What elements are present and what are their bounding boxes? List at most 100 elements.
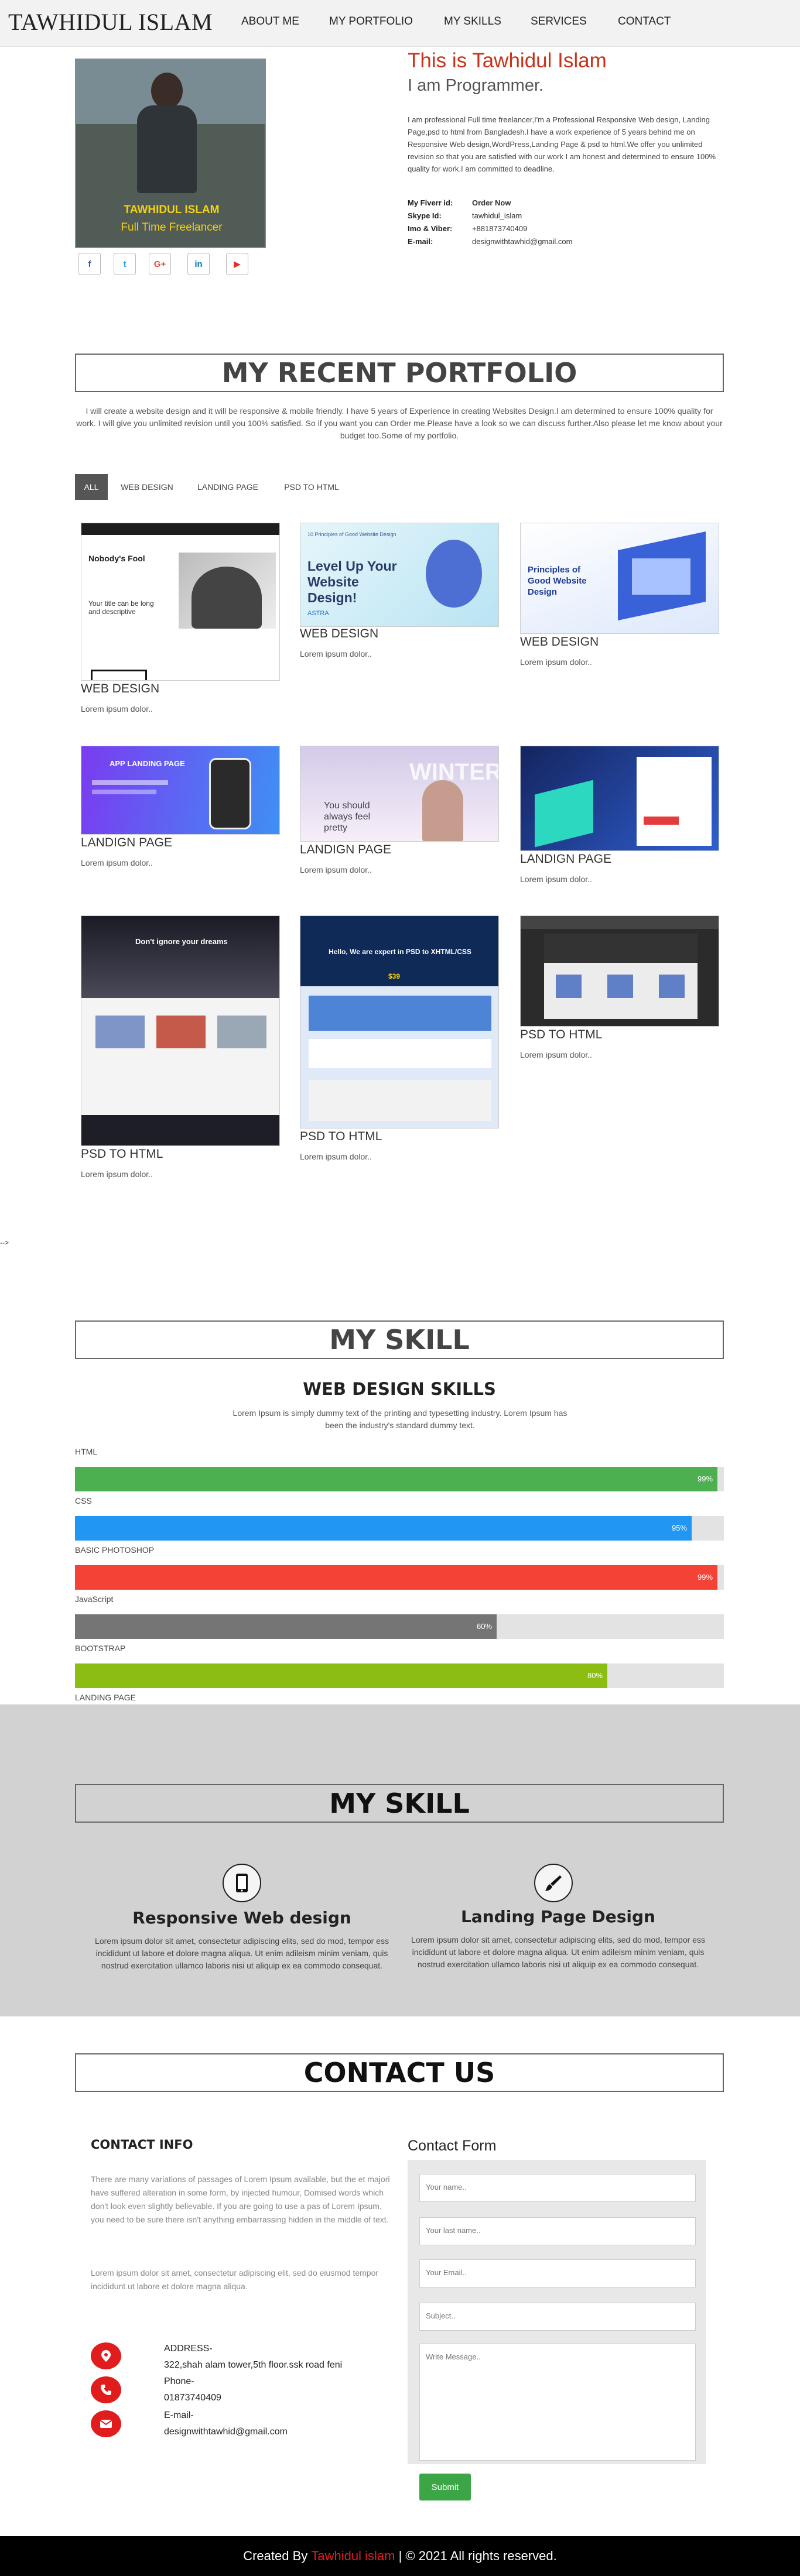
nav-services[interactable]: SERVICES [531,15,587,28]
phone-label: Phone- [164,2376,194,2386]
hero-title: This is Tawhidul Islam [408,49,607,72]
skill-percent-label: 99% [698,1474,713,1483]
imo-label: Imo & Viber: [408,224,453,233]
skill-label: BOOTSTRAP [75,1644,126,1653]
footer-author-link[interactable]: Tawhidul islam [311,2548,395,2564]
fiverr-label: My Fiverr id: [408,198,453,207]
filter-all[interactable]: ALL [75,474,108,500]
portfolio-thumb-2[interactable]: 10 Principles of Good Website Design Lev… [300,523,499,627]
contact-info-heading: CONTACT INFO [91,2138,193,2152]
portfolio-thumb-6[interactable] [520,746,719,851]
skill-bar-fill [75,1614,497,1639]
subject-field[interactable]: Subject.. [419,2303,696,2331]
last-name-field[interactable]: Your last name.. [419,2217,696,2245]
portfolio-desc-1: Lorem ipsum dolor.. [81,704,153,714]
email-field[interactable]: Your Email.. [419,2259,696,2287]
contact-heading: CONTACT US [75,2053,724,2092]
phone-value: 01873740409 [164,2393,221,2403]
portfolio-title-8: PSD TO HTML [300,1130,382,1143]
skills-heading: MY SKILL [75,1320,724,1359]
skill-bar-track: 99% [75,1467,724,1491]
envelope-icon [91,2410,121,2437]
portfolio-heading: MY RECENT PORTFOLIO [75,354,724,392]
contact-info-paragraph-1: There are many variations of passages of… [91,2174,390,2224]
portfolio-desc-4: Lorem ipsum dolor.. [81,858,153,867]
nav-my-skills[interactable]: MY SKILLS [444,15,501,28]
message-textarea[interactable]: Write Message.. [419,2344,696,2461]
skill-label: CSS [75,1496,92,1505]
fiverr-order-link[interactable]: Order Now [472,198,511,207]
address-label: ADDRESS- [164,2344,213,2354]
skill-bar-track: 95% [75,1516,724,1541]
skill-bar-fill [75,1663,607,1688]
profile-photo: TAWHIDUL ISLAM Full Time Freelancer [75,59,266,248]
skill-bar-fill [75,1516,692,1541]
portfolio-thumb-3[interactable]: Principles of Good Website Design [520,523,719,634]
imo-value: +881873740409 [472,224,528,233]
nav-my-portfolio[interactable]: MY PORTFOLIO [329,15,413,28]
youtube-icon[interactable]: ▶ [226,253,248,275]
portfolio-title-5: LANDIGN PAGE [300,843,391,856]
twitter-icon[interactable]: t [114,253,136,275]
hero-bio: I am professional Full time freelancer,I… [408,115,716,173]
portfolio-thumb-4[interactable]: APP LANDING PAGE [81,746,280,835]
portfolio-thumb-1[interactable]: Nobody's Fool Your title can be long and… [81,523,280,681]
skill-percent-label: 80% [587,1671,603,1680]
skill-bar-fill [75,1565,717,1590]
portfolio-desc-6: Lorem ipsum dolor.. [520,874,592,884]
portfolio-title-3: WEB DESIGN [520,635,599,649]
portfolio-desc-2: Lorem ipsum dolor.. [300,649,372,658]
contact-info-paragraph-2: Lorem ipsum dolor sit amet, consectetur … [91,2268,379,2291]
footer-prefix: Created By [243,2548,308,2563]
phone-icon [91,2376,121,2403]
email-label: E-mail: [408,237,433,246]
google-plus-icon[interactable]: G+ [149,253,171,275]
site-logo[interactable]: TAWHIDUL ISLAM [8,8,213,36]
service-title-2: Landing Page Design [461,1907,655,1926]
skill-label: JavaScript [75,1594,114,1604]
skill-bar-track: 80% [75,1663,724,1688]
filter-landing-page[interactable]: LANDING PAGE [190,474,266,500]
skill-label: HTML [75,1447,98,1456]
stray-comment-text: --> [0,1239,9,1247]
hero-subtitle: I am Programmer. [408,76,544,95]
photo-caption-name: TAWHIDUL ISLAM [124,204,220,216]
skill-bar-track: 99% [75,1565,724,1590]
submit-button[interactable]: Submit [419,2474,471,2500]
first-name-field[interactable]: Your name.. [419,2174,696,2202]
filter-web-design[interactable]: WEB DESIGN [115,474,179,500]
portfolio-thumb-7[interactable]: Don't ignore your dreams [81,915,280,1146]
services-heading: MY SKILL [75,1784,724,1823]
email-value: designwithtawhid@gmail.com [472,237,573,246]
skype-label: Skype Id: [408,211,442,220]
address-value: 322,shah alam tower,5th floor.ssk road f… [164,2360,343,2370]
footer: Created By Tawhidul islam | © 2021 All r… [0,2536,800,2576]
service-desc-1: Lorem ipsum dolor sit amet, consectetur … [95,1936,389,1970]
portfolio-thumb-5[interactable]: WINTER You should always feel pretty [300,746,499,842]
portfolio-desc-7: Lorem ipsum dolor.. [81,1169,153,1179]
skills-intro: Lorem Ipsum is simply dummy text of the … [233,1408,567,1430]
footer-copyright: | © 2021 All rights reserved. [398,2548,557,2563]
portfolio-thumb-8[interactable]: Hello, We are expert in PSD to XHTML/CSS… [300,915,499,1128]
portfolio-thumb-9[interactable] [520,915,719,1027]
portfolio-desc-8: Lorem ipsum dolor.. [300,1152,372,1161]
filter-psd-to-html[interactable]: PSD TO HTML [275,474,348,500]
skill-label: BASIC PHOTOSHOP [75,1545,155,1555]
linkedin-icon[interactable]: in [187,253,210,275]
portfolio-title-1: WEB DESIGN [81,682,160,695]
skill-bar-track: 60% [75,1614,724,1639]
portfolio-title-4: LANDIGN PAGE [81,836,172,849]
portfolio-desc-3: Lorem ipsum dolor.. [520,657,592,667]
portfolio-desc-9: Lorem ipsum dolor.. [520,1050,592,1059]
portfolio-title-9: PSD TO HTML [520,1028,603,1041]
portfolio-title-2: WEB DESIGN [300,627,379,640]
nav-contact[interactable]: CONTACT [618,15,671,28]
skill-label: LANDING PAGE [75,1693,136,1702]
portfolio-desc-5: Lorem ipsum dolor.. [300,865,372,874]
skill-percent-label: 95% [672,1524,688,1532]
portfolio-title-6: LANDIGN PAGE [520,852,611,866]
person-figure [151,73,183,109]
nav-about-me[interactable]: ABOUT ME [241,15,299,28]
contact-form-heading: Contact Form [408,2138,497,2154]
facebook-icon[interactable]: f [78,253,101,275]
